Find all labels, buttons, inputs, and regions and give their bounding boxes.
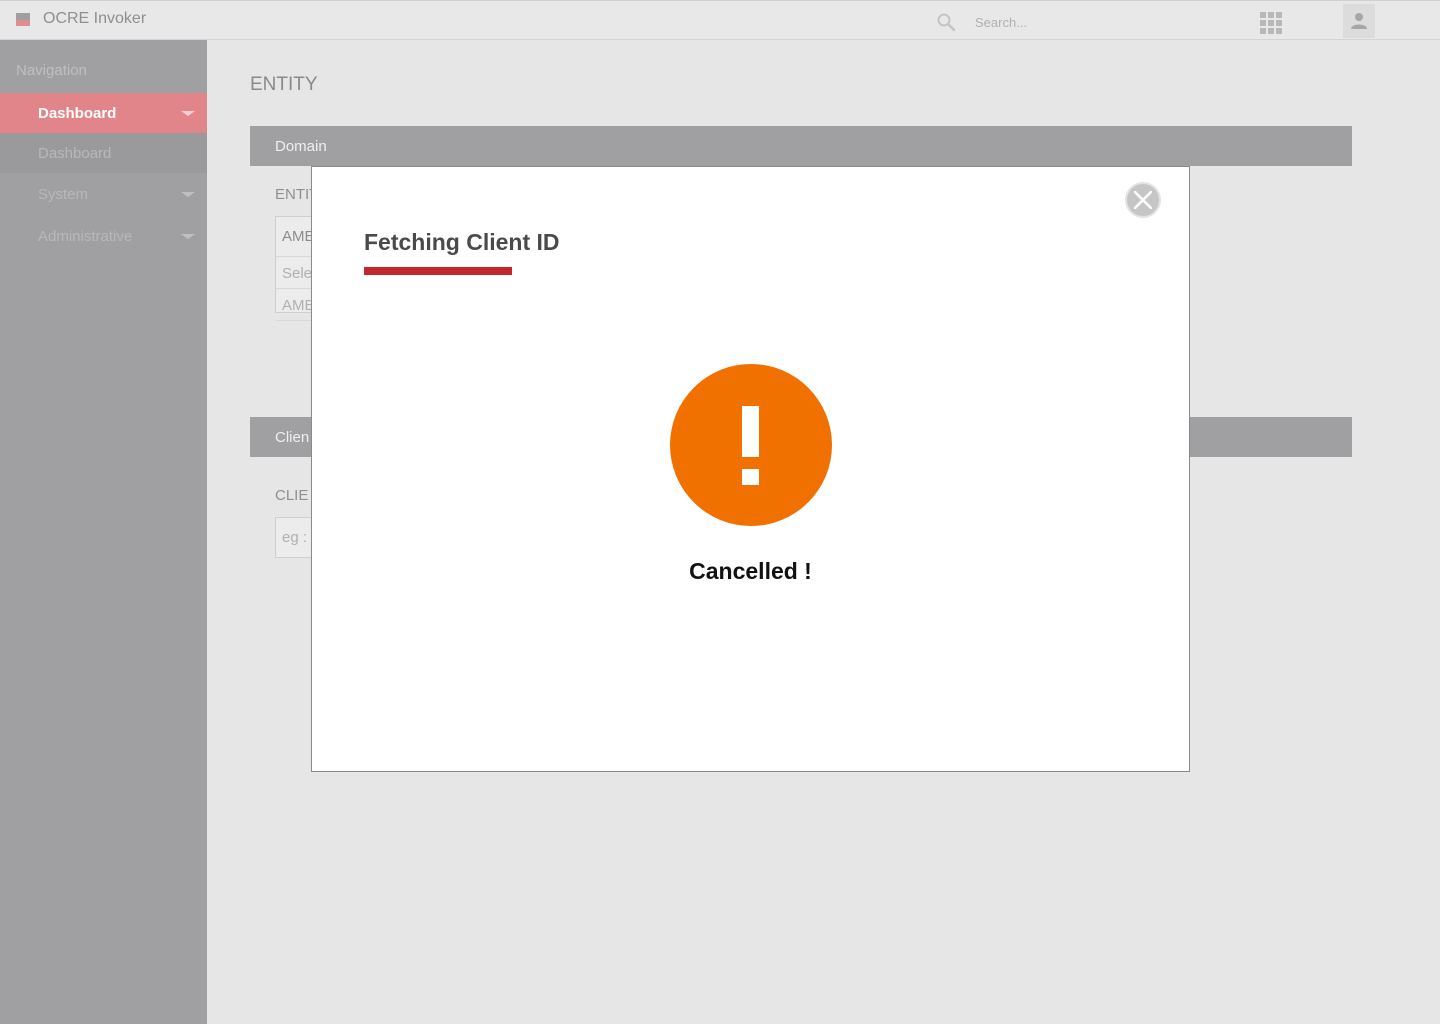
nav-heading: Navigation [16, 62, 87, 79]
panel-header-label: Clien [275, 429, 310, 446]
caret-down-icon [181, 111, 195, 116]
page-title: ENTITY [250, 74, 318, 95]
app-logo [16, 13, 30, 26]
search-icon[interactable] [936, 12, 956, 32]
app-title: OCRE Invoker [43, 10, 147, 27]
sidebar-item-system[interactable]: System [0, 174, 207, 214]
close-button[interactable] [1125, 182, 1161, 218]
search-input[interactable] [968, 12, 1188, 32]
exclamation-icon [670, 364, 832, 526]
sidebar-item-label: Administrative [38, 228, 133, 245]
client-field-label: CLIE [275, 487, 309, 504]
user-menu-button[interactable] [1343, 4, 1375, 38]
panel-header-label: Domain [275, 138, 327, 155]
sidebar-item-label: Dashboard [38, 145, 112, 162]
close-icon [1134, 191, 1152, 209]
modal-title: Fetching Client ID [364, 229, 560, 255]
user-icon [1351, 13, 1367, 29]
title-underline [364, 267, 512, 275]
status-message: Cancelled ! [689, 558, 812, 584]
sidebar-subitem-dashboard[interactable]: Dashboard [0, 133, 207, 173]
caret-down-icon [181, 234, 195, 239]
sidebar-item-label: System [38, 186, 89, 203]
domain-panel-header: Domain [250, 126, 1352, 166]
sidebar-item-administrative[interactable]: Administrative [0, 216, 207, 256]
apps-grid-icon[interactable] [1260, 12, 1282, 34]
sidebar-item-dashboard[interactable]: Dashboard [0, 93, 207, 133]
caret-down-icon [181, 192, 195, 197]
top-bar: OCRE Invoker [0, 0, 1440, 40]
sidebar: Navigation Dashboard Dashboard System Ad… [0, 40, 207, 1024]
sidebar-item-label: Dashboard [38, 105, 117, 122]
fetching-client-id-modal: Fetching Client ID Cancelled ! [311, 166, 1190, 772]
